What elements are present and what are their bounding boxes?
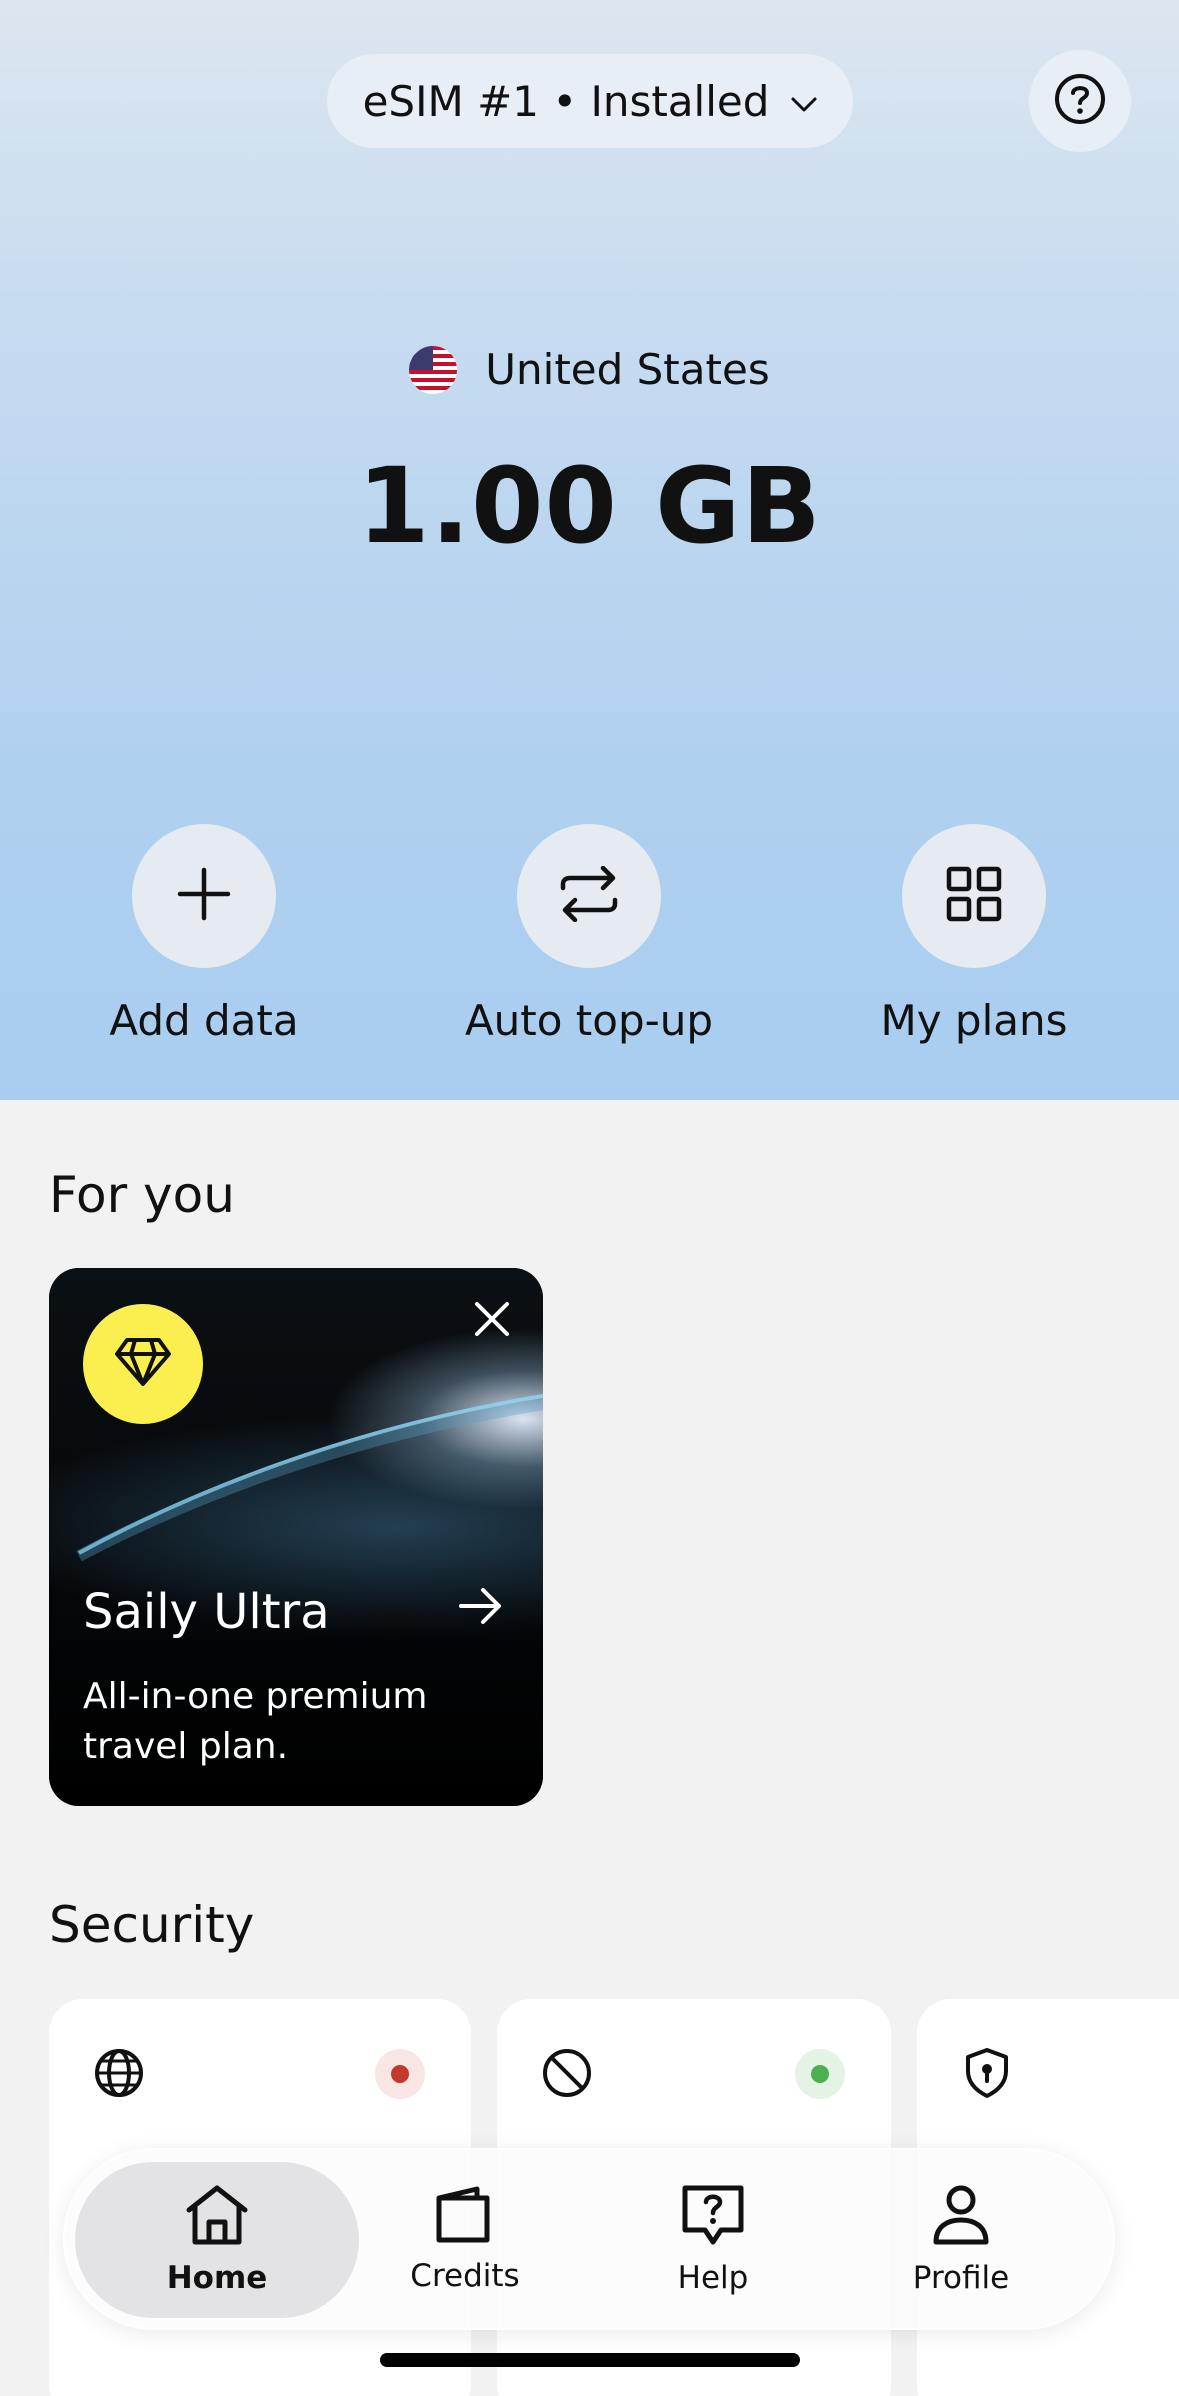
close-icon	[474, 1301, 510, 1341]
status-indicator-off	[375, 2049, 425, 2099]
tab-help-label: Help	[677, 2260, 749, 2296]
add-data-button[interactable]: Add data	[44, 824, 364, 1045]
diamond-icon	[113, 1336, 173, 1392]
auto-top-up-label: Auto top-up	[464, 996, 714, 1045]
status-dot	[391, 2065, 409, 2083]
promo-description: All-in-one premium travel plan.	[83, 1676, 428, 1767]
bottom-tab-bar: Home Credits Help Profile	[63, 2148, 1115, 2330]
my-plans-label: My plans	[880, 996, 1068, 1045]
tab-credits[interactable]: Credits	[323, 2162, 607, 2318]
wallet-icon	[433, 2186, 497, 2248]
arrow-right-icon	[459, 1586, 509, 1636]
us-flag-icon	[409, 345, 458, 394]
add-data-circle[interactable]	[132, 824, 276, 968]
add-data-label: Add data	[109, 996, 299, 1045]
status-dot	[811, 2065, 829, 2083]
promo-title: Saily Ultra	[83, 1584, 330, 1640]
block-icon	[541, 2047, 593, 2099]
tab-profile-label: Profile	[912, 2260, 1010, 2296]
esim-selector-label: eSIM #1 • Installed	[362, 76, 770, 126]
help-bubble-icon	[681, 2184, 745, 2250]
home-icon	[184, 2184, 250, 2250]
security-title: Security	[49, 1896, 255, 1954]
country-name: United States	[485, 345, 770, 394]
home-indicator	[380, 2353, 800, 2367]
for-you-title: For you	[49, 1166, 235, 1224]
tab-profile[interactable]: Profile	[819, 2162, 1103, 2318]
tab-credits-label: Credits	[410, 2258, 520, 2294]
tab-home-label: Home	[166, 2260, 268, 2296]
auto-top-up-circle[interactable]	[517, 824, 661, 968]
esim-selector[interactable]: eSIM #1 • Installed	[327, 54, 853, 148]
auto-top-up-button[interactable]: Auto top-up	[429, 824, 749, 1045]
status-indicator-on	[795, 2049, 845, 2099]
question-circle-icon	[1053, 72, 1107, 130]
grid-icon	[946, 866, 1002, 926]
tab-home[interactable]: Home	[75, 2162, 359, 2318]
globe-icon	[93, 2047, 145, 2099]
tab-help[interactable]: Help	[571, 2162, 855, 2318]
person-icon	[931, 2184, 991, 2250]
data-remaining: 1.00 GB	[357, 445, 822, 567]
help-button[interactable]	[1029, 50, 1131, 152]
repeat-arrows-icon	[557, 865, 621, 926]
plan-country: United States	[0, 345, 1179, 394]
my-plans-circle[interactable]	[902, 824, 1046, 968]
diamond-badge	[83, 1304, 203, 1424]
close-promo-button[interactable]	[467, 1296, 517, 1346]
saily-ultra-card[interactable]: Saily Ultra All-in-one premium travel pl…	[49, 1268, 543, 1806]
chevron-down-icon	[791, 87, 817, 120]
my-plans-button[interactable]: My plans	[814, 824, 1134, 1045]
plus-icon	[176, 866, 232, 926]
shield-icon	[961, 2047, 1013, 2099]
